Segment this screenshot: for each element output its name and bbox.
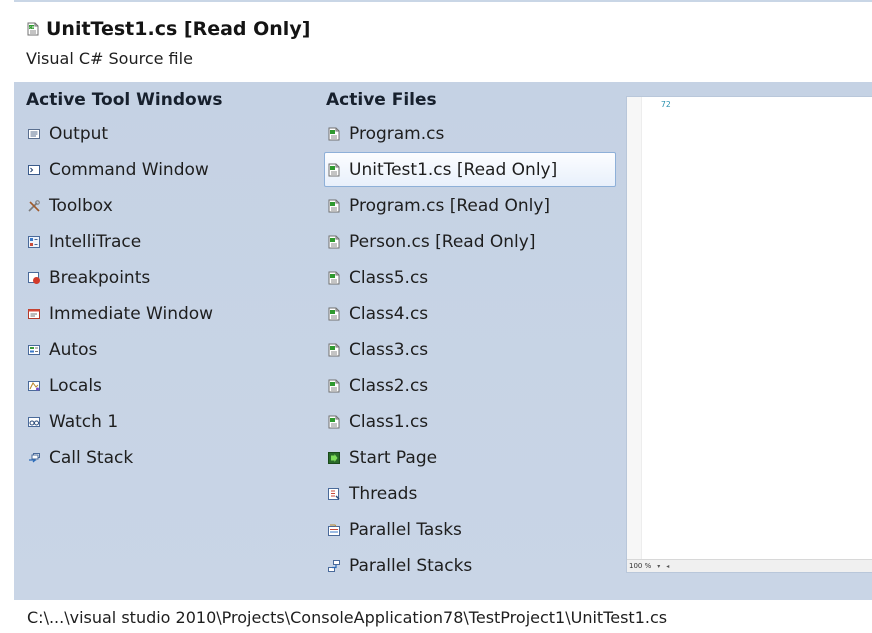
active-files-heading: Active Files (326, 90, 437, 110)
active-file-item[interactable]: Class5.cs (324, 260, 616, 295)
active-file-item[interactable]: Class3.cs (324, 332, 616, 367)
tool-windows-heading: Active Tool Windows (26, 90, 223, 110)
active-file-label: Class3.cs (349, 339, 429, 360)
tool-window-item-command-window[interactable]: Command Window (24, 152, 314, 187)
tool-window-item-breakpoints[interactable]: Breakpoints (24, 260, 314, 295)
top-border (14, 0, 872, 2)
tool-window-label: Autos (49, 339, 98, 360)
active-file-item[interactable]: Threads (324, 476, 616, 511)
active-file-item[interactable]: Parallel Tasks (324, 512, 616, 547)
active-file-label: Class1.cs (349, 411, 429, 432)
breakpoints-icon (27, 271, 41, 285)
tool-window-item-toolbox[interactable]: Toolbox (24, 188, 314, 223)
page-title: UnitTest1.cs [Read Only] (46, 18, 311, 40)
active-file-item-selected[interactable]: UnitTest1.cs [Read Only] (324, 152, 616, 187)
intellitrace-icon (27, 235, 41, 249)
cs-file-icon (327, 163, 341, 177)
tool-window-label: Toolbox (49, 195, 113, 216)
parallel-tasks-icon (327, 523, 341, 537)
active-file-item[interactable]: Parallel Stacks (324, 548, 616, 583)
preview-status-bar: 100 % ▾ ◂ (627, 559, 872, 572)
watch-icon (27, 415, 41, 429)
tool-window-label: Breakpoints (49, 267, 151, 288)
cs-file-icon (327, 127, 341, 141)
tool-window-item-immediate-window[interactable]: Immediate Window (24, 296, 314, 331)
tool-window-item-locals[interactable]: Locals (24, 368, 314, 403)
file-path: C:\...\visual studio 2010\Projects\Conso… (27, 608, 668, 627)
cs-file-icon (327, 235, 341, 249)
cs-file-icon (327, 271, 341, 285)
scroll-left-icon: ◂ (666, 562, 670, 570)
zoom-level: 100 % (629, 562, 652, 570)
cs-file-icon (327, 343, 341, 357)
threads-icon (327, 487, 341, 501)
active-file-label: Class5.cs (349, 267, 429, 288)
command-window-icon (27, 163, 41, 177)
tool-windows-list: Output Command Window Toolbox IntelliTra… (24, 116, 314, 476)
title-row: c# UnitTest1.cs [Read Only] (26, 18, 310, 40)
tool-window-label: Locals (49, 375, 102, 396)
active-file-label: Parallel Tasks (349, 519, 462, 540)
active-file-label: Class4.cs (349, 303, 429, 324)
active-file-item[interactable]: Start Page (324, 440, 616, 475)
autos-icon (27, 343, 41, 357)
page-subtitle: Visual C# Source file (26, 49, 193, 68)
immediate-window-icon (27, 307, 41, 321)
active-file-item[interactable]: Program.cs (324, 116, 616, 151)
active-file-label: Parallel Stacks (349, 555, 473, 576)
parallel-stacks-icon (327, 559, 341, 573)
tool-window-label: Command Window (49, 159, 209, 180)
active-file-label: Program.cs (349, 123, 445, 144)
tool-window-label: Immediate Window (49, 303, 214, 324)
tool-window-item-watch[interactable]: Watch 1 (24, 404, 314, 439)
locals-icon (27, 379, 41, 393)
active-file-label: Class2.cs (349, 375, 429, 396)
active-files-list: Program.cs UnitTest1.cs [Read Only] Prog… (324, 116, 616, 584)
active-file-item[interactable]: Class2.cs (324, 368, 616, 403)
tool-window-item-autos[interactable]: Autos (24, 332, 314, 367)
preview-gutter (627, 97, 642, 562)
active-file-item[interactable]: Person.cs [Read Only] (324, 224, 616, 259)
start-page-icon (327, 451, 341, 465)
tool-window-label: IntelliTrace (49, 231, 142, 252)
cs-file-icon (327, 199, 341, 213)
active-file-item[interactable]: Program.cs [Read Only] (324, 188, 616, 223)
tool-window-item-output[interactable]: Output (24, 116, 314, 151)
cs-file-icon: c# (26, 22, 40, 36)
preview-line-number: 72 (661, 100, 671, 109)
tool-window-label: Output (49, 123, 109, 144)
toolbox-icon (27, 199, 41, 213)
tool-window-item-intellitrace[interactable]: IntelliTrace (24, 224, 314, 259)
navigator-window: c# UnitTest1.cs [Read Only] Visual C# So… (0, 0, 872, 633)
file-preview: 72 100 % ▾ ◂ (627, 97, 872, 572)
active-file-label: Person.cs [Read Only] (349, 231, 536, 252)
active-file-label: Start Page (349, 447, 438, 468)
output-icon (27, 127, 41, 141)
active-file-label: Program.cs [Read Only] (349, 195, 551, 216)
tool-window-item-call-stack[interactable]: Call Stack (24, 440, 314, 475)
cs-file-icon (327, 307, 341, 321)
tool-window-label: Watch 1 (49, 411, 119, 432)
active-file-item[interactable]: Class4.cs (324, 296, 616, 331)
active-file-label: UnitTest1.cs [Read Only] (349, 159, 558, 180)
active-file-item[interactable]: Class1.cs (324, 404, 616, 439)
cs-file-icon (327, 415, 341, 429)
active-file-label: Threads (349, 483, 418, 504)
call-stack-icon (27, 451, 41, 465)
tool-window-label: Call Stack (49, 447, 134, 468)
chevron-down-icon: ▾ (657, 562, 661, 570)
svg-text:c#: c# (29, 26, 34, 30)
header: c# UnitTest1.cs [Read Only] Visual C# So… (14, 8, 872, 74)
cs-file-icon (327, 379, 341, 393)
